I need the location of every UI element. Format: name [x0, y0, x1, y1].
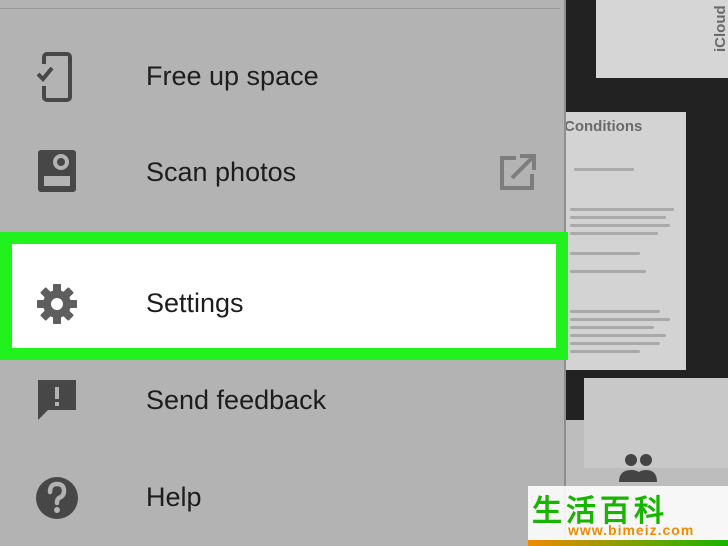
gear-icon	[37, 284, 77, 324]
help-icon	[36, 477, 78, 519]
watermark-url: www.bimeiz.com	[568, 522, 695, 538]
menu-item-settings[interactable]: Settings	[0, 255, 562, 351]
navigation-drawer: Free up space Scan photos Settings Send …	[0, 0, 568, 546]
phone-check-icon	[34, 52, 72, 102]
background-text-icloud: iCloud	[712, 5, 728, 52]
open-external-icon[interactable]	[496, 152, 538, 194]
background-text-conditions: Conditions	[566, 118, 643, 135]
menu-item-help[interactable]: Help	[0, 449, 562, 545]
menu-label: Help	[146, 482, 202, 512]
menu-label: Send feedback	[146, 385, 327, 415]
background-content: iCloud Conditions	[566, 0, 728, 546]
menu-label: Scan photos	[146, 157, 297, 187]
watermark-stripe	[528, 540, 728, 546]
menu-item-send-feedback[interactable]: Send feedback	[0, 352, 562, 448]
menu-item-free-up-space[interactable]: Free up space	[0, 28, 562, 124]
menu-label: Settings	[146, 288, 244, 318]
menu-item-scan-photos[interactable]: Scan photos	[0, 124, 562, 220]
menu-label: Free up space	[146, 61, 319, 91]
watermark: 生活百科 www.bimeiz.com	[528, 486, 728, 546]
photo-scan-icon	[38, 150, 76, 192]
background-card: Conditions	[566, 112, 686, 370]
background-card: iCloud	[596, 0, 728, 78]
people-icon	[619, 454, 657, 482]
feedback-icon	[38, 380, 76, 420]
drawer-divider	[0, 8, 560, 9]
